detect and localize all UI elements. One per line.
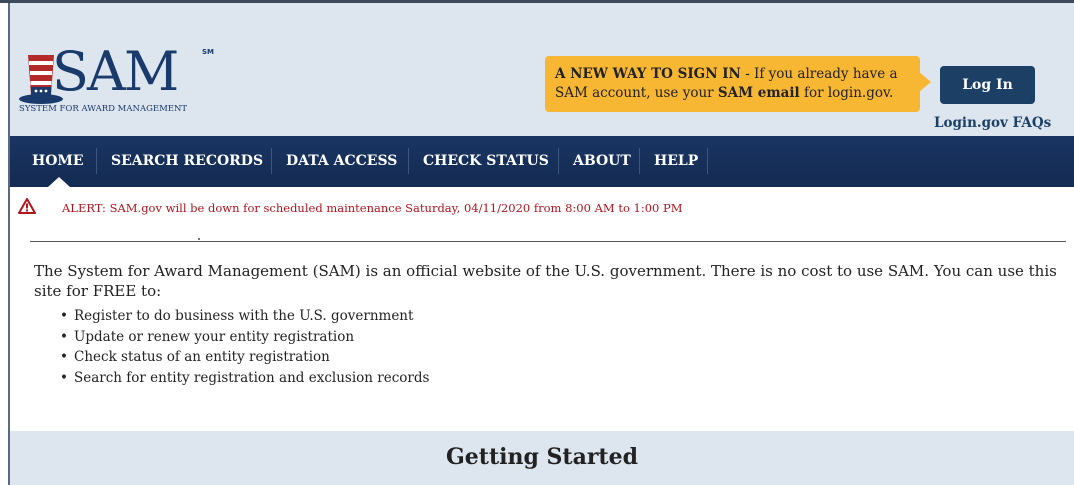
nav-separator bbox=[408, 148, 409, 174]
login-gov-faqs-link[interactable]: Login.gov FAQs bbox=[934, 115, 1051, 131]
list-item: Check status of an entity registration bbox=[60, 347, 429, 368]
intro-paragraph: The System for Award Management (SAM) is… bbox=[34, 262, 1057, 300]
nav-item-help[interactable]: HELP bbox=[644, 136, 708, 187]
list-item: Search for entity registration and exclu… bbox=[60, 368, 429, 389]
signin-notice-text-2: for login.gov. bbox=[799, 85, 894, 101]
signin-notice: A NEW WAY TO SIGN IN - If you already ha… bbox=[545, 56, 920, 112]
logo-wordmark: SAM bbox=[52, 40, 179, 103]
getting-started-section: Getting Started bbox=[10, 431, 1074, 485]
maintenance-alert: ALERT: SAM.gov will be down for schedule… bbox=[18, 196, 1068, 220]
log-in-button[interactable]: Log In bbox=[940, 66, 1035, 104]
list-item: Register to do business with the U.S. go… bbox=[60, 306, 429, 327]
warning-triangle-icon bbox=[18, 198, 36, 214]
content-divider bbox=[30, 241, 1066, 242]
divider-mark bbox=[198, 238, 200, 240]
alert-message: ALERT: SAM.gov will be down for schedule… bbox=[62, 201, 683, 215]
nav-item-check-status[interactable]: CHECK STATUS bbox=[413, 136, 559, 187]
nav-separator bbox=[639, 148, 640, 174]
nav-separator bbox=[558, 148, 559, 174]
main-nav: HOME SEARCH RECORDS DATA ACCESS CHECK ST… bbox=[10, 136, 1074, 187]
signin-notice-arrow bbox=[919, 72, 931, 92]
sam-logo[interactable]: SAM SM SYSTEM FOR AWARD MANAGEMENT bbox=[10, 40, 214, 117]
signin-notice-email: SAM email bbox=[717, 85, 800, 101]
nav-separator bbox=[96, 148, 97, 174]
services-list: Register to do business with the U.S. go… bbox=[60, 306, 429, 388]
active-nav-indicator bbox=[48, 177, 70, 187]
nav-item-search-records[interactable]: SEARCH RECORDS bbox=[101, 136, 273, 187]
list-item: Update or renew your entity registration bbox=[60, 327, 429, 348]
nav-separator bbox=[707, 148, 708, 174]
nav-item-data-access[interactable]: DATA ACCESS bbox=[276, 136, 407, 187]
page: SAM SM SYSTEM FOR AWARD MANAGEMENT A NEW… bbox=[0, 0, 1074, 485]
logo-subtitle: SYSTEM FOR AWARD MANAGEMENT bbox=[19, 104, 188, 114]
logo-trademark: SM bbox=[202, 48, 215, 56]
nav-separator bbox=[271, 148, 272, 174]
nav-item-about[interactable]: ABOUT bbox=[563, 136, 641, 187]
getting-started-heading: Getting Started bbox=[446, 444, 638, 470]
signin-notice-lead: A NEW WAY TO SIGN IN bbox=[555, 66, 741, 82]
